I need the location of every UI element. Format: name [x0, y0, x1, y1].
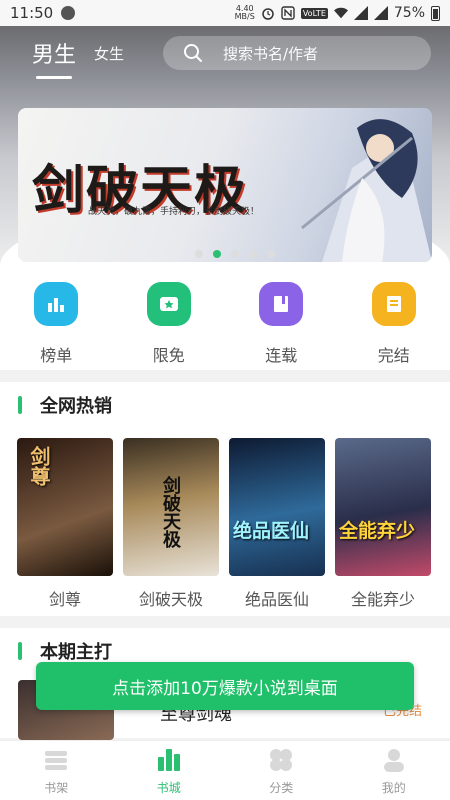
status-indicators: 4.40 MB/S VoLTE 75% [235, 5, 440, 21]
nav-label: 分类 [269, 781, 294, 795]
network-speed: 4.40 MB/S [235, 5, 255, 21]
speed-unit: MB/S [234, 12, 255, 21]
tab-male[interactable]: 男生 [32, 37, 76, 79]
category-icon [270, 749, 293, 771]
wifi-icon [333, 7, 348, 19]
pagination-dot-active[interactable] [213, 250, 221, 258]
section-title: 本期主打 [40, 642, 112, 663]
profile-icon [383, 749, 404, 772]
section-accent-bar [18, 396, 22, 414]
tab-female[interactable]: 女生 [94, 43, 124, 64]
add-to-desktop-button[interactable]: 点击添加10万爆款小说到桌面 [36, 662, 414, 710]
document-icon [371, 282, 416, 326]
book-cover: 剑尊 [17, 438, 113, 576]
banner-character-art [301, 119, 432, 262]
message-icon [61, 6, 76, 20]
category-ranking[interactable]: 榜单 [0, 266, 113, 370]
book-cover: 绝品医仙 [229, 438, 325, 576]
book-cover: 剑破天极 [123, 438, 219, 576]
category-serial[interactable]: 连载 [225, 266, 338, 370]
cover-title: 绝品医仙 [233, 520, 310, 542]
promo-banner[interactable]: 剑破天极 战天灵，破九霄，手持利刃，长剑破天极！ [18, 108, 432, 262]
section-header: 全网热销 [0, 382, 450, 428]
bookshelf-icon [45, 751, 68, 770]
cover-title: 剑破天极 [160, 476, 181, 548]
category-row: 榜单 限免 连载 完结 [0, 266, 450, 370]
status-time: 11:50 [10, 4, 54, 22]
status-bar: 11:50 4.40 MB/S VoLTE 75% [0, 0, 450, 26]
book-item[interactable]: 剑尊 剑尊 [17, 438, 113, 610]
cover-title: 全能弃少 [339, 520, 416, 542]
chart-icon [34, 282, 79, 326]
pagination-dot[interactable] [267, 250, 275, 258]
alarm-icon [262, 8, 274, 20]
category-free[interactable]: 限免 [113, 266, 226, 370]
signal-icon [353, 6, 368, 20]
bottom-nav: 书架 书城 分类 我的 [0, 740, 450, 800]
category-label: 限免 [152, 346, 185, 365]
category-label: 榜单 [40, 346, 73, 365]
book-list: 剑尊 剑尊 剑破天极 剑破天极 绝品医仙 绝品医仙 全能弃少 全能弃少 [0, 438, 450, 610]
section-accent-bar [18, 642, 22, 660]
pagination-dot[interactable] [231, 250, 239, 258]
search-icon [184, 44, 202, 62]
bookstore-icon [157, 749, 180, 771]
search-placeholder: 搜索书名/作者 [223, 44, 319, 63]
book-name: 剑尊 [48, 590, 81, 609]
nav-label: 书架 [44, 781, 69, 795]
nav-bookshelf[interactable]: 书架 [0, 741, 113, 800]
volte-badge: VoLTE [300, 7, 328, 19]
nav-bookstore[interactable]: 书城 [113, 741, 226, 800]
book-item[interactable]: 全能弃少 全能弃少 [335, 438, 431, 610]
star-badge-icon [146, 282, 191, 326]
category-label: 完结 [377, 346, 410, 365]
book-item[interactable]: 剑破天极 剑破天极 [123, 438, 219, 610]
nav-label: 我的 [381, 781, 406, 795]
nav-category[interactable]: 分类 [225, 741, 338, 800]
banner-subtitle: 战天灵，破九霄，手持利刃，长剑破天极！ [88, 207, 260, 217]
pagination-dot[interactable] [195, 250, 203, 258]
hot-section: 全网热销 剑尊 剑尊 剑破天极 剑破天极 绝品医仙 绝品医仙 全能弃少 全能弃少 [0, 382, 450, 616]
book-name: 绝品医仙 [244, 590, 309, 609]
search-bar[interactable]: 搜索书名/作者 [163, 36, 431, 70]
pagination-dot[interactable] [249, 250, 257, 258]
book-cover: 全能弃少 [335, 438, 431, 576]
book-item[interactable]: 绝品医仙 绝品医仙 [229, 438, 325, 610]
top-nav: 男生 女生 搜索书名/作者 [0, 26, 450, 80]
book-name: 剑破天极 [138, 590, 203, 609]
cover-title: 剑尊 [27, 446, 51, 486]
nav-label: 书城 [156, 781, 181, 795]
category-label: 连载 [265, 346, 298, 365]
banner-pagination [195, 250, 275, 258]
signal-icon-2 [373, 6, 388, 20]
nav-profile[interactable]: 我的 [338, 741, 450, 800]
book-icon [259, 282, 304, 326]
nfc-icon [281, 6, 295, 20]
category-completed[interactable]: 完结 [338, 266, 450, 370]
battery-percent: 75% [393, 5, 425, 21]
section-title: 全网热销 [40, 396, 112, 417]
book-name: 全能弃少 [350, 590, 415, 609]
battery-icon [431, 5, 440, 21]
